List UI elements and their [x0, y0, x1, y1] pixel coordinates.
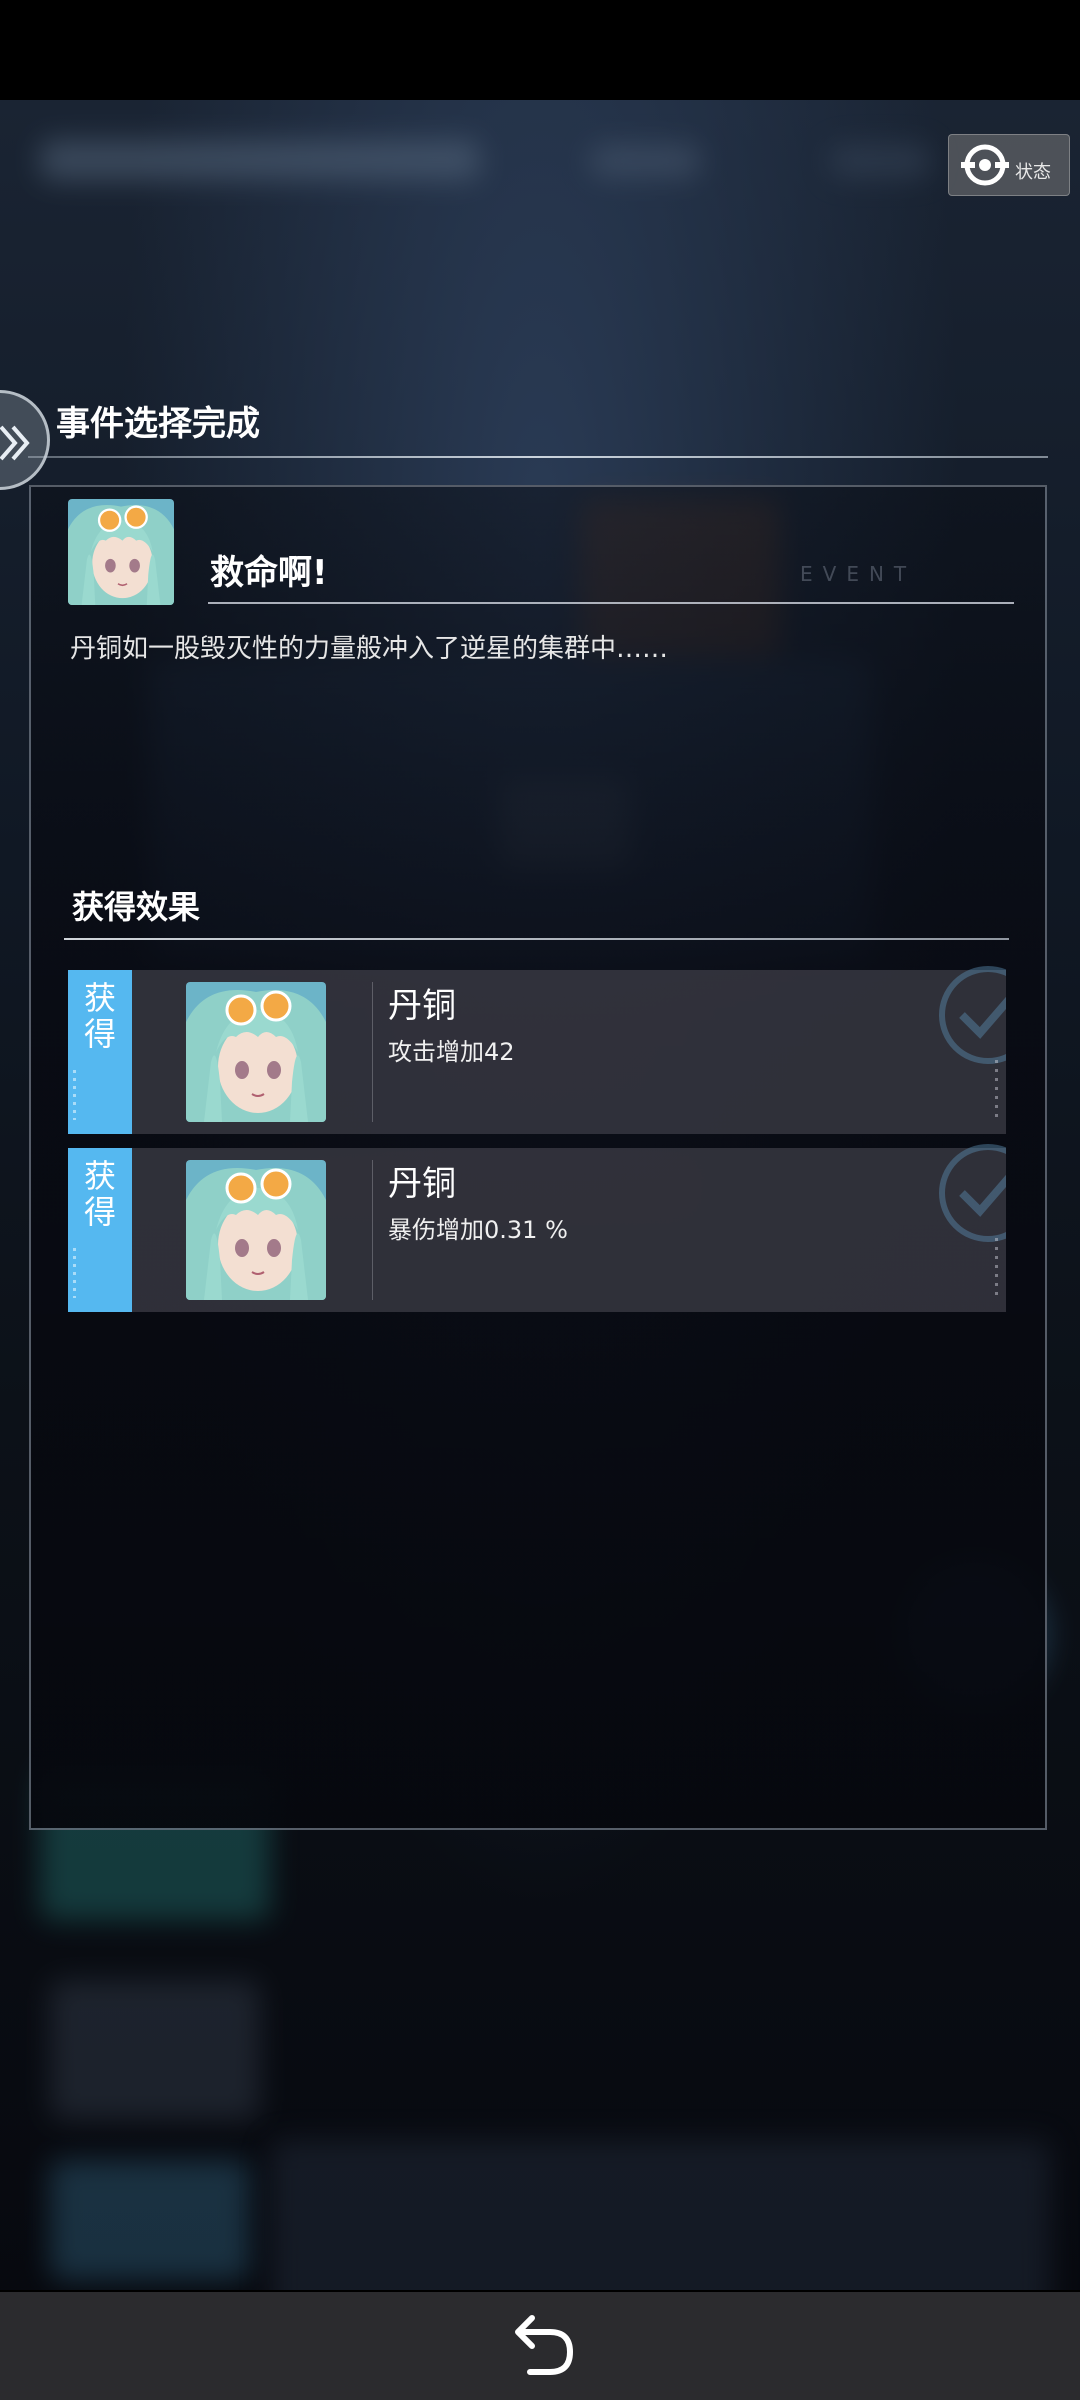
- checkmark-icon: [926, 1138, 1006, 1248]
- target-icon: [961, 144, 1009, 186]
- status-label: 状态: [1015, 162, 1051, 183]
- effects-section-title: 获得效果: [72, 888, 201, 926]
- effects-divider: [64, 938, 1009, 940]
- effect-tag-label: 获得: [83, 979, 116, 1053]
- screen: 状态 事件选择完成 救命啊! EVENT 丹铜如一股毁灭性的力量般冲入了逆星的集…: [0, 0, 1080, 2400]
- status-button[interactable]: 状态: [948, 134, 1070, 196]
- undo-arrow-icon: [515, 2315, 574, 2375]
- character-portrait: [68, 499, 174, 605]
- character-portrait: [186, 982, 326, 1122]
- effect-detail: 攻击增加42: [388, 1038, 515, 1066]
- page-title: 事件选择完成: [56, 404, 260, 444]
- effect-divider: [372, 1160, 373, 1300]
- effect-divider: [372, 982, 373, 1122]
- event-title: 救命啊!: [210, 553, 328, 593]
- effect-detail: 暴伤增加0.31 %: [388, 1216, 568, 1244]
- effect-row[interactable]: 获得 丹铜 攻击增加42: [68, 966, 1006, 1134]
- effect-tag: 获得: [68, 1148, 132, 1312]
- character-portrait: [186, 1160, 326, 1300]
- effect-tag-label: 获得: [83, 1157, 116, 1231]
- checkmark-icon: [926, 960, 1006, 1070]
- event-description: 丹铜如一股毁灭性的力量般冲入了逆星的集群中……: [70, 634, 669, 664]
- bottom-bar: [0, 2292, 1080, 2400]
- effect-row[interactable]: 获得 丹铜 暴伤增加0.31 %: [68, 1144, 1006, 1312]
- event-watermark: EVENT: [800, 562, 917, 586]
- effect-character-name: 丹铜: [388, 986, 456, 1026]
- back-button[interactable]: [500, 2312, 580, 2382]
- header-divider: [28, 456, 1048, 458]
- effect-tag: 获得: [68, 970, 132, 1134]
- effect-character-name: 丹铜: [388, 1164, 456, 1204]
- event-title-divider: [208, 602, 1014, 604]
